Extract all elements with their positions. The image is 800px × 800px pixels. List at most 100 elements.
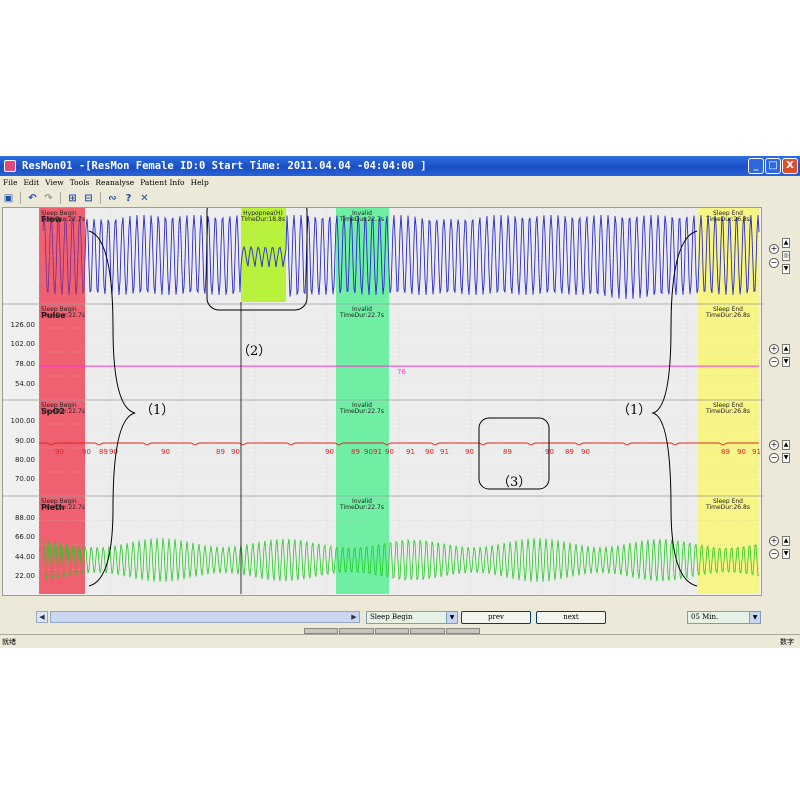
maximize-button[interactable]: □ bbox=[765, 158, 781, 174]
time-scrollbar[interactable] bbox=[50, 611, 360, 623]
close-button[interactable]: X bbox=[782, 158, 798, 174]
y-tick-label: 100.00 bbox=[11, 417, 36, 425]
spo2-value-label: 90 bbox=[425, 448, 434, 456]
spo2-value-label: 91 bbox=[373, 448, 382, 456]
invalid-duration: TimeDur:22.7s bbox=[339, 504, 384, 511]
scroll-down-icon[interactable]: ▼ bbox=[782, 264, 790, 274]
zoom-in-icon[interactable]: + bbox=[769, 440, 779, 450]
menu-patient-info[interactable]: Patient Info bbox=[140, 178, 184, 187]
event-select[interactable]: Sleep Begin ▼ bbox=[366, 611, 458, 624]
navigation-bar: ◀ ▶ Sleep Begin ▼ prev next 05 Min. ▼ bbox=[0, 608, 800, 626]
scroll-down-icon[interactable]: ▼ bbox=[782, 549, 790, 559]
spo2-value-label: 91 bbox=[406, 448, 415, 456]
sleep-begin-duration: TimeDur:22.7s bbox=[40, 408, 85, 415]
close-icon[interactable]: ✕ bbox=[138, 192, 151, 205]
zoom-in-icon[interactable]: ⊞ bbox=[66, 192, 79, 205]
spo2-value-label: 89 bbox=[503, 448, 512, 456]
minimize-button[interactable]: _ bbox=[748, 158, 764, 174]
sleep-begin-duration: TimeDur:22.7s bbox=[40, 216, 85, 223]
status-ready: 就绪 bbox=[2, 638, 16, 646]
invalid-band bbox=[336, 208, 389, 594]
link-icon[interactable]: ∾ bbox=[106, 192, 119, 205]
callout-1-right: （1） bbox=[617, 403, 651, 418]
spo2-value-label: 90 bbox=[231, 448, 240, 456]
save-icon[interactable]: ▣ bbox=[2, 192, 15, 205]
spo2-value-label: 90 bbox=[325, 448, 334, 456]
scroll-up-icon[interactable]: ▲ bbox=[782, 238, 790, 248]
spo2-value-label: 91 bbox=[752, 448, 761, 456]
hypopnea-duration: TimeDur:18.8s bbox=[240, 216, 285, 223]
event-select-value: Sleep Begin bbox=[370, 613, 413, 621]
scroll-up-icon[interactable]: ▲ bbox=[782, 536, 790, 546]
zoom-in-icon[interactable]: + bbox=[769, 536, 779, 546]
menu-file[interactable]: File bbox=[3, 178, 17, 187]
sleep-end-duration: TimeDur:26.8s bbox=[705, 216, 750, 223]
zoom-in-icon[interactable]: + bbox=[769, 344, 779, 354]
spo2-value-label: 89 bbox=[565, 448, 574, 456]
channel-controls-pulse: + − ▲ ▼ bbox=[767, 342, 793, 386]
sleep-end-duration: TimeDur:26.8s bbox=[705, 504, 750, 511]
menu-view[interactable]: View bbox=[45, 178, 64, 187]
spo2-value-label: 90 bbox=[364, 448, 373, 456]
callout-3-label: （3） bbox=[497, 475, 531, 490]
y-tick-label: 102.00 bbox=[11, 340, 36, 348]
window-length-value: 05 Min. bbox=[691, 613, 719, 621]
menu-bar: File Edit View Tools Reanalyse Patient I… bbox=[0, 176, 800, 189]
undo-icon[interactable]: ↶ bbox=[26, 192, 39, 205]
status-mode: 数字 bbox=[780, 638, 794, 646]
window-length-select[interactable]: 05 Min. ▼ bbox=[687, 611, 761, 624]
scroll-up-icon[interactable]: ▲ bbox=[782, 344, 790, 354]
reset-icon[interactable]: ◎ bbox=[782, 251, 790, 261]
scroll-down-icon[interactable]: ▼ bbox=[782, 453, 790, 463]
sleep-end-duration: TimeDur:26.8s bbox=[705, 408, 750, 415]
spo2-value-label: 90 bbox=[581, 448, 590, 456]
spo2-value-label: 90 bbox=[161, 448, 170, 456]
callout-2-label: （2） bbox=[237, 344, 271, 359]
next-button[interactable]: next bbox=[536, 611, 606, 624]
toolbar-separator bbox=[20, 192, 21, 204]
callout-1-left: （1） bbox=[140, 403, 174, 418]
zoom-out-icon[interactable]: − bbox=[769, 549, 779, 559]
invalid-duration: TimeDur:22.7s bbox=[339, 216, 384, 223]
zoom-out-icon[interactable]: − bbox=[769, 258, 779, 268]
chevron-down-icon[interactable]: ▼ bbox=[749, 612, 760, 623]
spo2-value-label: 91 bbox=[440, 448, 449, 456]
window-title: ResMon01 -[ResMon Female ID:0 Start Time… bbox=[22, 160, 427, 172]
signal-plot[interactable]: 7690 90 89 90 90 89 90 90 89 90 91 90 91 90 91 90 89 90 89… bbox=[3, 208, 763, 597]
menu-reanalyse[interactable]: Reanalyse bbox=[95, 178, 134, 187]
channel-controls-flow: + − ▲ ◎ ▼ bbox=[767, 236, 793, 280]
scroll-up-icon[interactable]: ▲ bbox=[782, 440, 790, 450]
y-tick-label: 66.00 bbox=[15, 533, 35, 541]
channel-controls-spo2: + − ▲ ▼ bbox=[767, 438, 793, 482]
channel-controls-pleth: + − ▲ ▼ bbox=[767, 534, 793, 578]
app-icon bbox=[4, 160, 16, 172]
redo-icon[interactable]: ↷ bbox=[42, 192, 55, 205]
title-bar: ResMon01 -[ResMon Female ID:0 Start Time… bbox=[0, 156, 800, 176]
pulse-value-label: 76 bbox=[397, 368, 406, 376]
zoom-out-icon[interactable]: − bbox=[769, 453, 779, 463]
help-icon[interactable]: ? bbox=[122, 192, 135, 205]
sleep-begin-duration: TimeDur:22.7s bbox=[40, 504, 85, 511]
zoom-in-icon[interactable]: + bbox=[769, 244, 779, 254]
toolbar-separator bbox=[100, 192, 101, 204]
spo2-value-label: 90 bbox=[82, 448, 91, 456]
prev-button[interactable]: prev bbox=[461, 611, 531, 624]
spo2-value-label: 89 bbox=[216, 448, 225, 456]
menu-tools[interactable]: Tools bbox=[70, 178, 90, 187]
menu-help[interactable]: Help bbox=[191, 178, 209, 187]
scroll-right-icon[interactable]: ▶ bbox=[349, 612, 359, 622]
signal-plot-area[interactable]: 76 90 90 89 90 90 89 90 90 89 90 91 90 91 90 91 90 89 90 89… bbox=[2, 207, 763, 597]
chevron-down-icon[interactable]: ▼ bbox=[446, 612, 457, 623]
zoom-out-icon[interactable]: − bbox=[769, 357, 779, 367]
y-tick-label: 78.00 bbox=[15, 360, 35, 368]
y-tick-label: 126.00 bbox=[11, 321, 36, 329]
scroll-left-icon[interactable]: ◀ bbox=[36, 611, 48, 623]
sleep-end-band bbox=[698, 208, 759, 594]
sleep-end-duration: TimeDur:26.8s bbox=[705, 312, 750, 319]
menu-edit[interactable]: Edit bbox=[23, 178, 39, 187]
scroll-down-icon[interactable]: ▼ bbox=[782, 357, 790, 367]
sleep-begin-duration: TimeDur:22.7s bbox=[40, 312, 85, 319]
spo2-value-label: 89 bbox=[99, 448, 108, 456]
zoom-out-icon[interactable]: ⊟ bbox=[82, 192, 95, 205]
y-tick-label: 54.00 bbox=[15, 380, 35, 388]
